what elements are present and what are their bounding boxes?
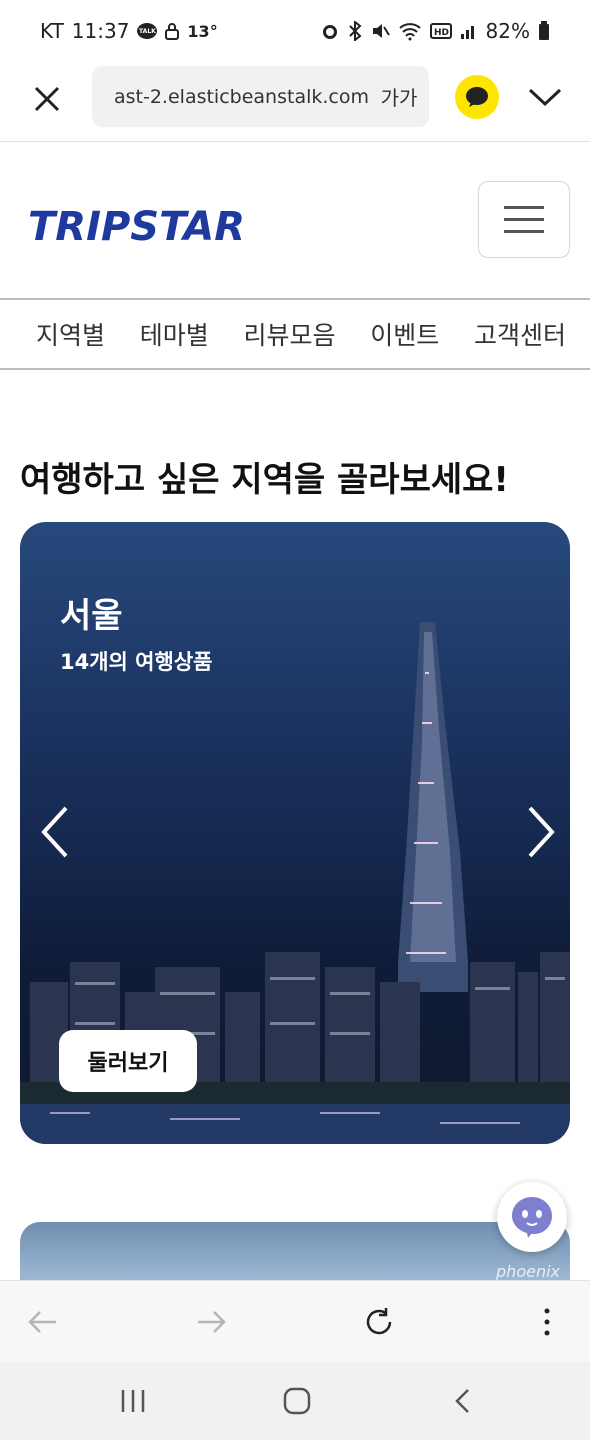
- svg-text:HD: HD: [434, 28, 449, 38]
- chatbot-icon: [512, 1197, 552, 1238]
- system-navigation-bar: [0, 1362, 590, 1440]
- carrier-label: KT: [40, 19, 64, 43]
- menu-line: [504, 230, 544, 233]
- signal-icon: [460, 22, 478, 40]
- recent-apps-icon: [121, 1390, 145, 1412]
- chatbot-button[interactable]: [497, 1182, 567, 1252]
- close-icon: [34, 86, 60, 112]
- kakaotalk-notification-icon: TALK: [137, 23, 158, 39]
- battery-icon: [538, 21, 550, 41]
- nav-item-support[interactable]: 고객센터: [474, 316, 566, 352]
- chevron-right-icon: [528, 806, 555, 858]
- card-watermark: phoenix: [496, 1262, 560, 1280]
- hd-icon: HD: [429, 23, 452, 39]
- hamburger-menu-icon: [504, 206, 544, 209]
- battery-percent: 82%: [485, 19, 530, 43]
- menu-line: [504, 218, 544, 221]
- more-vertical-icon: [544, 1308, 550, 1336]
- address-field[interactable]: ast-2.elasticbeanstalk.com 가가: [92, 66, 429, 127]
- browser-toolbar: [0, 1280, 590, 1363]
- hamburger-menu-button[interactable]: [478, 181, 570, 258]
- reload-icon: [366, 1308, 392, 1335]
- nav-item-events[interactable]: 이벤트: [370, 316, 439, 352]
- arrow-right-icon: [198, 1311, 226, 1333]
- browser-url-bar: ast-2.elasticbeanstalk.com 가가: [0, 62, 590, 142]
- browse-button[interactable]: 둘러보기: [59, 1030, 197, 1092]
- back-button[interactable]: [26, 1305, 60, 1339]
- reload-button[interactable]: [362, 1305, 396, 1339]
- text-size-button[interactable]: 가가: [369, 82, 429, 111]
- temperature: 13°: [187, 21, 218, 41]
- chevron-left-icon: [41, 806, 68, 858]
- tripstar-logo[interactable]: TRIPSTAR: [28, 204, 245, 250]
- arrow-left-icon: [28, 1311, 56, 1333]
- main-nav: 지역별 테마별 리뷰모음 이벤트 고객센터: [0, 298, 590, 370]
- forward-button[interactable]: [194, 1305, 228, 1339]
- url-text: ast-2.elasticbeanstalk.com: [114, 85, 369, 108]
- system-back-button[interactable]: [448, 1386, 478, 1416]
- region-card[interactable]: 서울 14개의 여행상품 둘러보기: [20, 522, 570, 1144]
- card-product-count: 14개의 여행상품: [60, 650, 213, 674]
- wifi-icon: [398, 21, 422, 41]
- home-icon: [283, 1387, 311, 1415]
- alarm-icon: [320, 21, 340, 41]
- close-tab-button[interactable]: [30, 82, 64, 116]
- status-left: KT 11:37 TALK 13°: [40, 19, 218, 43]
- home-button[interactable]: [282, 1386, 312, 1416]
- lock-icon: [165, 22, 180, 40]
- nav-item-reviews[interactable]: 리뷰모음: [243, 316, 335, 352]
- back-icon: [455, 1389, 469, 1413]
- nav-item-region[interactable]: 지역별: [36, 316, 105, 352]
- recent-apps-button[interactable]: [118, 1386, 148, 1416]
- nav-item-theme[interactable]: 테마별: [140, 316, 209, 352]
- chevron-down-icon: [528, 88, 562, 107]
- status-right: HD 82%: [320, 19, 550, 43]
- kakao-share-button[interactable]: [455, 75, 499, 119]
- expand-toolbar-button[interactable]: [526, 82, 564, 112]
- clock: 11:37: [71, 19, 130, 43]
- section-title: 여행하고 싶은 지역을 골라보세요!: [20, 460, 509, 500]
- carousel-prev-button[interactable]: [36, 802, 76, 862]
- status-bar: KT 11:37 TALK 13° HD 82%: [0, 0, 590, 62]
- more-options-button[interactable]: [530, 1305, 564, 1339]
- carousel-next-button[interactable]: [520, 802, 560, 862]
- region-card-next[interactable]: phoenix: [20, 1222, 570, 1280]
- mute-icon: [370, 21, 390, 41]
- bluetooth-icon: [348, 21, 362, 41]
- site-header: TRIPSTAR: [0, 142, 590, 298]
- card-city-name: 서울: [60, 596, 123, 636]
- kakao-talk-icon: [466, 87, 488, 107]
